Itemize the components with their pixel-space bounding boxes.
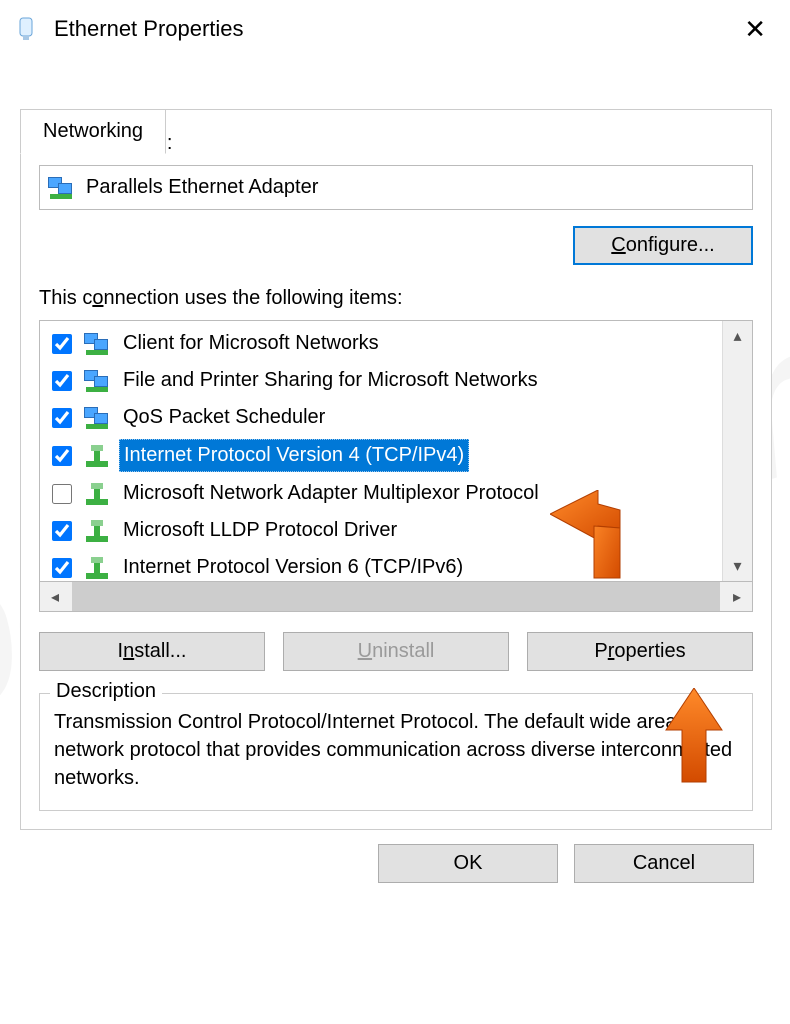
item-label: Microsoft LLDP Protocol Driver <box>119 515 401 546</box>
properties-button[interactable]: Properties <box>527 632 753 671</box>
ok-button[interactable]: OK <box>378 844 558 883</box>
item-checkbox[interactable] <box>52 521 72 541</box>
window-title: Ethernet Properties <box>54 16 734 42</box>
item-label: File and Printer Sharing for Microsoft N… <box>119 365 542 396</box>
adapter-field: Parallels Ethernet Adapter <box>39 165 753 210</box>
arrow-callout-properties <box>664 688 724 784</box>
close-icon[interactable]: ✕ <box>734 10 776 49</box>
item-label: Internet Protocol Version 6 (TCP/IPv6) <box>119 552 467 581</box>
adapter-icon <box>48 177 74 199</box>
scroll-left-icon[interactable]: ◂ <box>40 582 70 611</box>
scroll-up-icon[interactable]: ▴ <box>723 321 752 351</box>
list-item[interactable]: Client for Microsoft Networks <box>40 325 722 362</box>
network-protocol-icon <box>83 444 111 468</box>
tab-networking[interactable]: Networking <box>20 109 166 154</box>
uninstall-button: Uninstall <box>283 632 509 671</box>
list-item[interactable]: File and Printer Sharing for Microsoft N… <box>40 362 722 399</box>
tab-panel: Connect using: Parallels Ethernet Adapte… <box>20 109 772 830</box>
vertical-scrollbar[interactable]: ▴ ▾ <box>722 321 752 581</box>
horizontal-scrollbar[interactable]: ◂ ▸ <box>39 582 753 612</box>
network-protocol-icon <box>83 519 111 543</box>
arrow-callout-item <box>550 490 646 580</box>
configure-button[interactable]: Configure... <box>573 226 753 265</box>
network-client-icon <box>83 332 111 356</box>
titlebar: Ethernet Properties ✕ <box>0 0 790 58</box>
item-checkbox[interactable] <box>52 446 72 466</box>
items-label: This connection uses the following items… <box>39 287 753 310</box>
network-protocol-icon <box>83 482 111 506</box>
scroll-down-icon[interactable]: ▾ <box>723 551 752 581</box>
scroll-right-icon[interactable]: ▸ <box>722 582 752 611</box>
list-item[interactable]: QoS Packet Scheduler <box>40 399 722 436</box>
description-legend: Description <box>50 680 162 703</box>
item-label: Client for Microsoft Networks <box>119 328 383 359</box>
network-protocol-icon <box>83 556 111 580</box>
item-label: Microsoft Network Adapter Multiplexor Pr… <box>119 478 543 509</box>
network-client-icon <box>83 406 111 430</box>
item-checkbox[interactable] <box>52 408 72 428</box>
item-checkbox[interactable] <box>52 484 72 504</box>
install-button[interactable]: Install... <box>39 632 265 671</box>
item-checkbox[interactable] <box>52 558 72 578</box>
network-client-icon <box>83 369 111 393</box>
description-text: Transmission Control Protocol/Internet P… <box>54 708 738 792</box>
item-checkbox[interactable] <box>52 334 72 354</box>
item-checkbox[interactable] <box>52 371 72 391</box>
item-label: Internet Protocol Version 4 (TCP/IPv4) <box>119 439 469 472</box>
list-item[interactable]: Internet Protocol Version 4 (TCP/IPv4) <box>40 436 722 475</box>
description-group: Description Transmission Control Protoco… <box>39 693 753 811</box>
item-label: QoS Packet Scheduler <box>119 402 329 433</box>
cancel-button[interactable]: Cancel <box>574 844 754 883</box>
ethernet-icon <box>14 13 38 45</box>
adapter-name: Parallels Ethernet Adapter <box>86 176 318 199</box>
